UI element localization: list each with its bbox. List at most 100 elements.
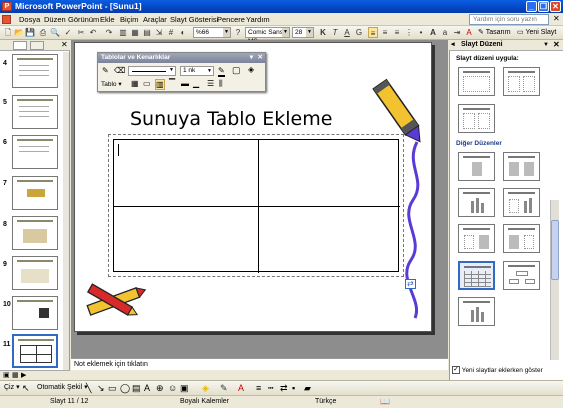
- task-pane-scrollbar[interactable]: [550, 200, 559, 360]
- insert-table-icon[interactable]: ▦: [131, 79, 139, 88]
- slides-scrollbar[interactable]: [63, 52, 69, 370]
- close-pane-icon[interactable]: ✕: [61, 40, 68, 49]
- layout-option[interactable]: [503, 67, 540, 96]
- draw-table-pencil-icon[interactable]: ✎: [102, 66, 109, 75]
- close-document-icon[interactable]: ✕: [553, 14, 560, 23]
- cut-icon[interactable]: ✂: [76, 27, 86, 38]
- layout-option[interactable]: [458, 152, 495, 181]
- close-icon[interactable]: ✕: [258, 53, 263, 63]
- design-button[interactable]: ✎ Tasarım: [478, 27, 511, 38]
- slide-thumbnail[interactable]: [12, 176, 58, 210]
- slide-thumbnail[interactable]: [12, 135, 58, 169]
- slide-thumbnail[interactable]: [12, 296, 58, 330]
- border-style-select[interactable]: ▼: [128, 66, 176, 76]
- layout-option[interactable]: [503, 224, 540, 253]
- open-folder-icon[interactable]: 📂: [14, 27, 24, 38]
- border-width-select[interactable]: 1 nk ▼: [180, 66, 214, 76]
- fill-color-icon[interactable]: ◈: [248, 65, 254, 74]
- increase-font-icon[interactable]: A: [428, 27, 438, 38]
- notes-field[interactable]: Not eklemek için tıklatın: [71, 358, 448, 370]
- chevron-down-icon[interactable]: ▾: [250, 53, 253, 63]
- decrease-font-icon[interactable]: a: [440, 27, 450, 38]
- fill-color-icon[interactable]: ◈: [202, 381, 209, 395]
- line-color-icon[interactable]: ✎: [220, 381, 228, 395]
- bold-button[interactable]: K: [318, 27, 328, 38]
- insert-table-icon[interactable]: ▦: [130, 27, 140, 38]
- toolbar-title[interactable]: Tablolar ve Kenarlıklar ▾ ✕: [98, 53, 265, 63]
- italic-button[interactable]: T: [330, 27, 340, 38]
- autofit-options-icon[interactable]: ⇄: [405, 279, 416, 289]
- wordart-tool-icon[interactable]: A: [144, 381, 150, 395]
- restore-button[interactable]: ❐: [538, 1, 549, 12]
- redo-icon[interactable]: ↷: [104, 27, 114, 38]
- align-center-icon[interactable]: ≡: [380, 27, 390, 38]
- picture-tool-icon[interactable]: ▣: [180, 381, 189, 395]
- grid-icon[interactable]: #: [166, 27, 176, 38]
- show-on-insert-option[interactable]: ✓ Yeni slaytlar eklerken göster: [452, 365, 562, 377]
- menu-slayt-gosterisi[interactable]: Slayt Gösterisi: [170, 14, 218, 25]
- font-size-select[interactable]: 28 ▼: [292, 27, 314, 38]
- sorter-view-icon[interactable]: ▦: [12, 371, 19, 379]
- distribute-columns-icon[interactable]: ⫼: [219, 79, 223, 89]
- menu-bicim[interactable]: Biçim: [120, 14, 138, 25]
- slide-thumbnail[interactable]: [12, 216, 58, 250]
- font-color-icon[interactable]: A: [464, 27, 474, 38]
- line-tool-icon[interactable]: ╲: [86, 381, 91, 395]
- save-icon[interactable]: 💾: [25, 27, 35, 38]
- new-slide-button[interactable]: ▭ Yeni Slayt: [517, 27, 556, 38]
- spelling-status-icon[interactable]: 📖: [380, 396, 390, 408]
- select-pointer-icon[interactable]: ↖: [22, 381, 30, 395]
- draw-menu-button[interactable]: Çiz ▾: [4, 381, 20, 395]
- font-select[interactable]: Comic Sans MS ▼: [245, 27, 290, 45]
- borders-icon[interactable]: ▢: [232, 65, 241, 76]
- menu-araclar[interactable]: Araçlar: [143, 14, 167, 25]
- print-icon[interactable]: ⎙: [38, 27, 48, 38]
- align-left-icon[interactable]: ≡: [368, 27, 378, 38]
- align-middle-icon[interactable]: ▬: [181, 79, 189, 88]
- slide-thumbnail[interactable]: [12, 54, 58, 88]
- table-grid[interactable]: [113, 139, 400, 273]
- align-top-icon[interactable]: ▔: [169, 79, 175, 88]
- layout-option[interactable]: [458, 104, 495, 133]
- menu-pencere[interactable]: Pencere: [217, 14, 245, 25]
- align-bottom-icon[interactable]: ▁: [193, 79, 199, 88]
- insert-chart-icon[interactable]: ▥: [118, 27, 128, 38]
- expand-icon[interactable]: ⇲: [154, 27, 164, 38]
- dash-style-icon[interactable]: ┅: [268, 381, 273, 395]
- slide-title[interactable]: Sunuya Tablo Ekleme: [130, 108, 370, 130]
- menu-dosya[interactable]: Dosya: [19, 14, 40, 25]
- spelling-icon[interactable]: ✓: [63, 27, 73, 38]
- powerpoint-app-icon[interactable]: P: [2, 2, 12, 11]
- textbox-tool-icon[interactable]: ▤: [132, 381, 141, 395]
- clipart-tool-icon[interactable]: ☺: [168, 381, 177, 395]
- layout-option[interactable]: [458, 297, 495, 326]
- layout-option[interactable]: [503, 261, 540, 290]
- distribute-rows-icon[interactable]: ☰: [207, 79, 214, 88]
- back-arrow-icon[interactable]: ◂: [451, 40, 455, 50]
- layout-option-selected[interactable]: [458, 261, 495, 290]
- menu-duzen[interactable]: Düzen: [44, 14, 66, 25]
- normal-view-icon[interactable]: ▣: [3, 371, 10, 379]
- layout-option[interactable]: [503, 152, 540, 181]
- arrow-tool-icon[interactable]: ↘: [97, 381, 105, 395]
- table-menu-button[interactable]: Tablo ▾: [101, 80, 122, 88]
- border-color-icon[interactable]: ✎: [218, 66, 225, 77]
- color-icon[interactable]: ◐: [178, 27, 188, 38]
- shadow-style-icon[interactable]: ▪: [292, 381, 295, 395]
- scrollbar-thumb[interactable]: [551, 220, 559, 280]
- autoshapes-menu-button[interactable]: Otomatik Şekil ▾: [37, 381, 88, 395]
- menu-gorunum[interactable]: Görünüm: [68, 14, 99, 25]
- menu-yardim[interactable]: Yardım: [246, 14, 270, 25]
- indent-icon[interactable]: ⇥: [452, 27, 462, 38]
- shadow-button[interactable]: G: [354, 27, 364, 38]
- rectangle-tool-icon[interactable]: ▭: [108, 381, 117, 395]
- slide-table[interactable]: [108, 134, 404, 277]
- chevron-down-icon[interactable]: ▼: [543, 40, 549, 50]
- tab-slides[interactable]: [30, 41, 44, 50]
- align-right-icon[interactable]: ≡: [392, 27, 402, 38]
- split-cells-icon[interactable]: ▥: [155, 79, 165, 90]
- layout-option[interactable]: [458, 188, 495, 217]
- numbering-icon[interactable]: ⋮: [404, 27, 414, 38]
- eraser-icon[interactable]: ⌫: [114, 66, 125, 75]
- new-file-icon[interactable]: 🗋: [3, 27, 13, 38]
